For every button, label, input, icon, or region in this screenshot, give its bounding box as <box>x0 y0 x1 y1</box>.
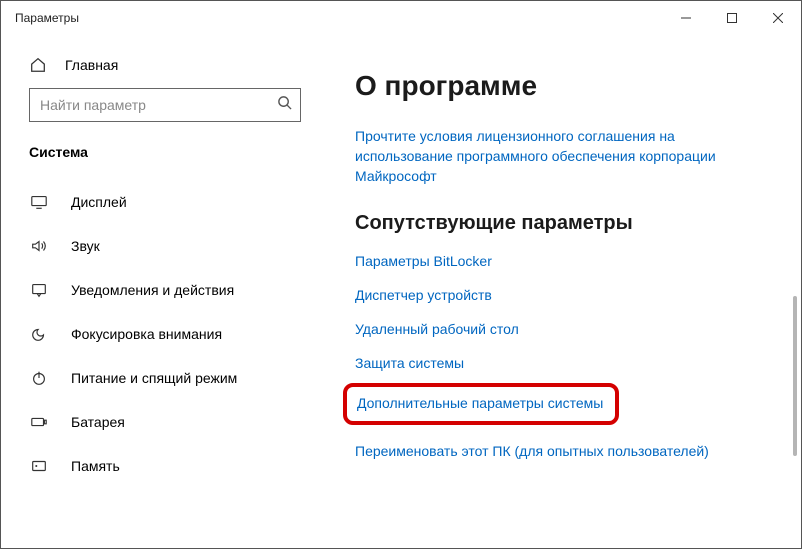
main-pane: О программе Прочтите условия лицензионно… <box>321 36 801 549</box>
maximize-button[interactable] <box>709 1 755 35</box>
notification-icon <box>29 281 49 299</box>
sidebar-item-notifications[interactable]: Уведомления и действия <box>1 268 321 312</box>
highlight-advanced-settings: Дополнительные параметры системы <box>343 383 619 425</box>
sidebar-item-label: Звук <box>71 238 100 254</box>
home-button[interactable]: Главная <box>1 46 321 88</box>
sidebar-item-label: Батарея <box>71 414 125 430</box>
home-label: Главная <box>65 57 118 73</box>
search-input[interactable] <box>29 88 301 122</box>
settings-window: Параметры Главная <box>0 0 802 549</box>
display-icon <box>29 193 49 211</box>
sidebar-section-system: Система <box>1 140 321 180</box>
sidebar: Главная Система Дисплей <box>1 36 321 549</box>
sidebar-item-sound[interactable]: Звук <box>1 224 321 268</box>
search-field[interactable] <box>38 96 277 114</box>
sidebar-item-label: Уведомления и действия <box>71 282 234 298</box>
search-icon <box>277 95 292 115</box>
link-device-manager[interactable]: Диспетчер устройств <box>355 285 735 305</box>
focus-icon <box>29 325 49 343</box>
home-icon <box>29 56 49 74</box>
sidebar-item-label: Питание и спящий режим <box>71 370 237 386</box>
titlebar: Параметры <box>1 1 801 36</box>
link-rename-pc[interactable]: Переименовать этот ПК (для опытных польз… <box>355 441 735 461</box>
link-system-protection[interactable]: Защита системы <box>355 353 735 373</box>
page-title: О программе <box>355 70 771 102</box>
minimize-button[interactable] <box>663 1 709 35</box>
storage-icon <box>29 457 49 475</box>
sidebar-item-label: Дисплей <box>71 194 127 210</box>
sidebar-item-power[interactable]: Питание и спящий режим <box>1 356 321 400</box>
sidebar-item-battery[interactable]: Батарея <box>1 400 321 444</box>
sidebar-item-display[interactable]: Дисплей <box>1 180 321 224</box>
sidebar-item-storage[interactable]: Память <box>1 444 321 488</box>
sound-icon <box>29 237 49 255</box>
sidebar-item-focus[interactable]: Фокусировка внимания <box>1 312 321 356</box>
sidebar-item-label: Память <box>71 458 120 474</box>
link-bitlocker[interactable]: Параметры BitLocker <box>355 251 735 271</box>
link-license[interactable]: Прочтите условия лицензионного соглашени… <box>355 126 735 186</box>
battery-icon <box>29 413 49 431</box>
scrollbar-thumb[interactable] <box>793 296 797 456</box>
link-advanced-system-settings[interactable]: Дополнительные параметры системы <box>357 393 603 413</box>
window-title: Параметры <box>15 11 79 25</box>
link-remote-desktop[interactable]: Удаленный рабочий стол <box>355 319 735 339</box>
close-button[interactable] <box>755 1 801 35</box>
related-heading: Сопутствующие параметры <box>355 212 771 235</box>
sidebar-item-label: Фокусировка внимания <box>71 326 222 342</box>
power-icon <box>29 369 49 387</box>
